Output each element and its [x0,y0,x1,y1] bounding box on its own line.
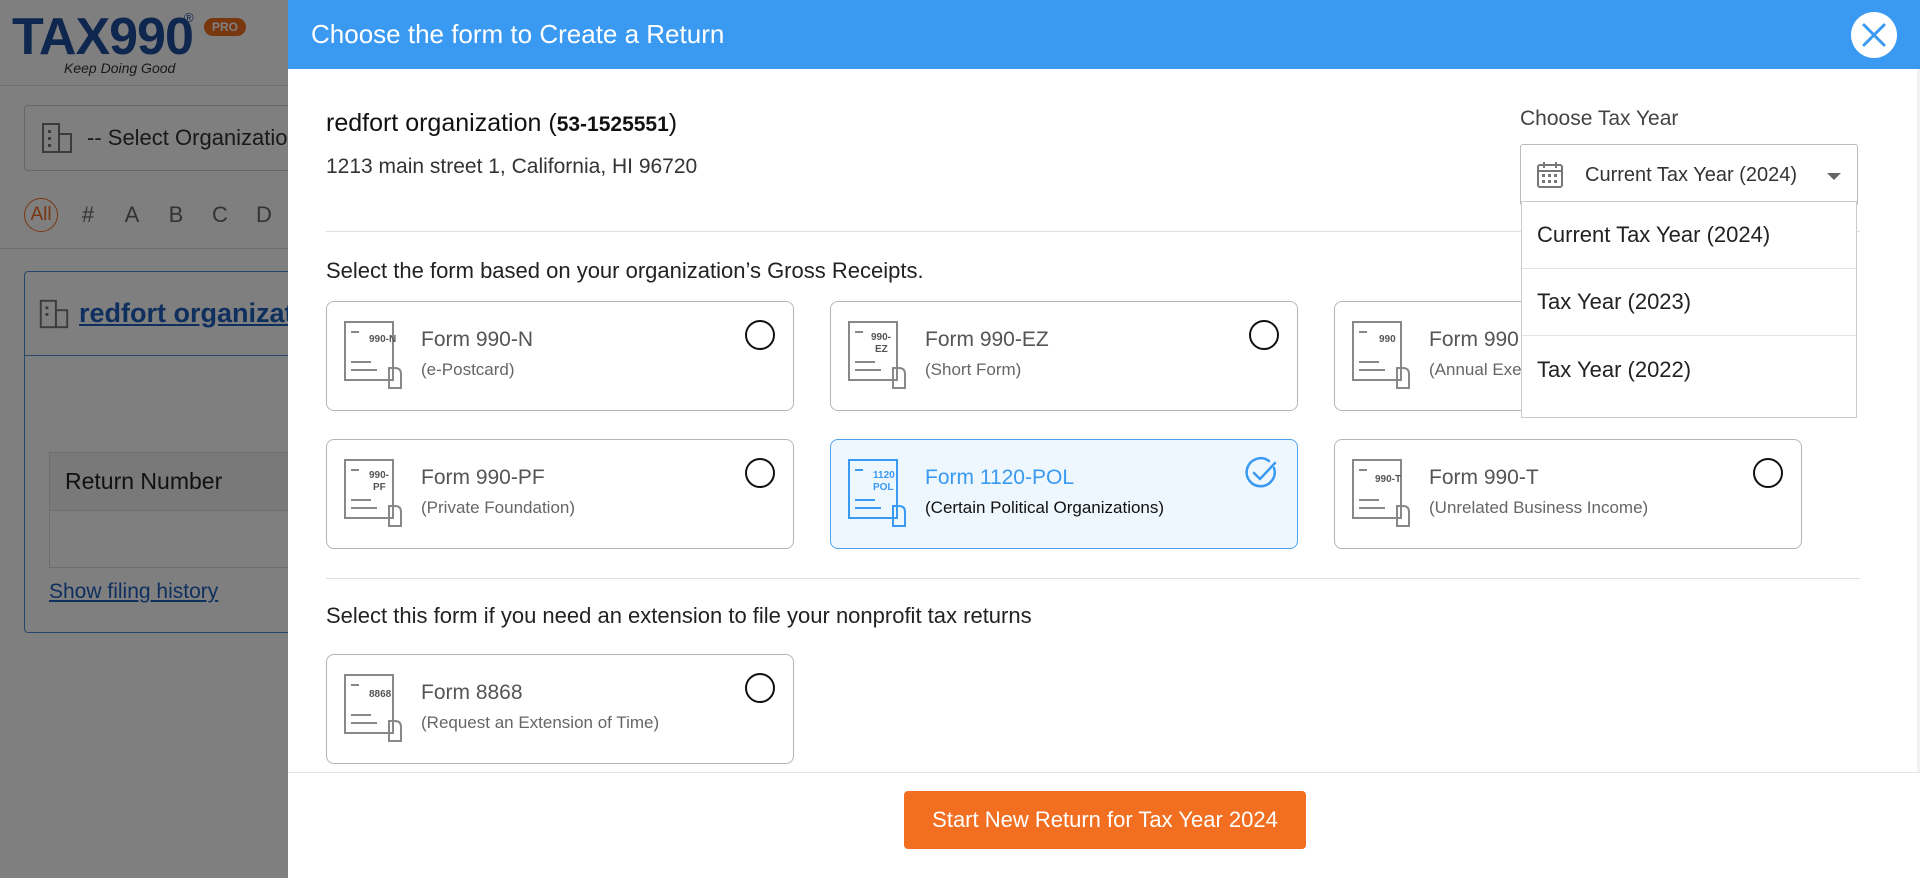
svg-text:EZ: EZ [875,344,888,355]
modal-body: redfort organization (53-1525551) 1213 m… [288,69,1920,772]
form-1120pol-icon: 1120POL [848,459,906,527]
form-name: Form 990-EZ [925,328,1049,351]
tax-year-label: Choose Tax Year [1520,107,1679,130]
form-990-icon: 990 [1352,321,1410,389]
tax-year-option-2023[interactable]: Tax Year (2023) [1522,269,1856,336]
svg-text:990-: 990- [871,332,891,343]
form-990pf-icon: 990-PF [344,459,402,527]
form-990t-icon: 990-T [1352,459,1410,527]
extension-section-title: Select this form if you need an extensio… [326,603,1032,628]
form-description: (e-Postcard) [421,360,515,379]
form-icon-label: 990 [1379,334,1396,345]
tax-year-select[interactable]: Current Tax Year (2024) [1520,144,1858,206]
form-description: (Annual Exe [1429,360,1522,379]
radio-button[interactable] [745,458,775,488]
svg-text:POL: POL [873,482,894,493]
tax-year-option-2022[interactable]: Tax Year (2022) [1522,336,1856,403]
close-button[interactable] [1851,12,1897,58]
tax-year-dropdown: Current Tax Year (2024) Tax Year (2023) … [1521,201,1857,418]
form-card-990pf[interactable]: 990- PF Form 990-PF (Private Foundation) [326,439,794,549]
form-name: Form 990 [1429,328,1519,351]
form-description: (Private Foundation) [421,498,576,517]
form-990n-icon: 990-N [344,321,402,389]
radio-button[interactable] [745,673,775,703]
form-description: (Certain Political Organizations) [925,498,1165,517]
form-icon-label: 990-T [1375,474,1401,485]
form-name: Form 1120-POL [925,466,1074,489]
calendar-icon [1537,162,1563,188]
form-card-8868[interactable]: 8868 Form 8868 (Request an Extension of … [326,654,794,764]
start-new-return-button[interactable]: Start New Return for Tax Year 2024 [904,791,1306,849]
form-name: Form 990-T [1429,466,1539,489]
form-card-990t[interactable]: 990-T Form 990-T (Unrelated Business Inc… [1334,439,1802,549]
modal-header: Choose the form to Create a Return [288,0,1920,69]
form-990ez-icon: 990-EZ [848,321,906,389]
form-icon-label: 990-N [369,334,396,345]
modal-title: Choose the form to Create a Return [311,19,725,49]
form-card-990ez[interactable]: 990- EZ Form 990-EZ (Short Form) [830,301,1298,411]
divider [326,578,1860,579]
form-name: Form 990-N [421,328,534,351]
form-card-1120pol[interactable]: 1120 POL Form 1120-POL (Certain Political… [830,439,1298,549]
svg-text:PF: PF [373,482,386,493]
chevron-down-icon [1827,173,1841,180]
tax-year-option-2024[interactable]: Current Tax Year (2024) [1522,202,1856,269]
radio-button[interactable] [1249,320,1279,350]
checkmark-circle-icon[interactable] [1245,456,1279,490]
form-card-990n[interactable]: 990-N Form 990-N (e-Postcard) [326,301,794,411]
close-icon [1862,23,1886,47]
form-8868-icon: 8868 [344,674,402,742]
organization-name: redfort organization [326,109,542,137]
organization-title: redfort organization (53-1525551) [326,109,678,137]
form-name: Form 990-PF [421,466,545,489]
form-description: (Short Form) [925,360,1022,379]
radio-button[interactable] [1753,458,1783,488]
gross-receipts-section-title: Select the form based on your organizati… [326,258,924,283]
form-description: (Request an Extension of Time) [421,713,660,732]
form-description: (Unrelated Business Income) [1429,498,1649,517]
modal-footer: Start New Return for Tax Year 2024 [288,772,1920,878]
organization-ein: 53-1525551 [556,113,669,136]
svg-text:1120: 1120 [873,470,895,481]
tax-year-selected-value: Current Tax Year (2024) [1585,163,1797,186]
organization-address: 1213 main street 1, California, HI 96720 [326,155,698,178]
create-return-modal: Choose the form to Create a Return redfo… [288,0,1920,878]
form-icon-label: 8868 [369,689,392,700]
svg-text:990-: 990- [369,470,389,481]
form-name: Form 8868 [421,681,523,704]
radio-button[interactable] [745,320,775,350]
